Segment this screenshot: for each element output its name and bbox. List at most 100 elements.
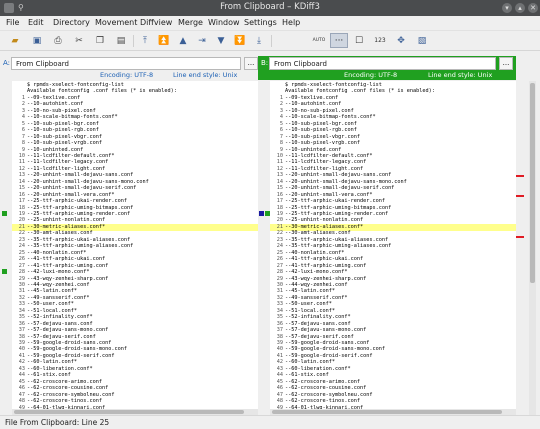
pane-b-browse-button[interactable]: ...: [499, 57, 513, 70]
line-text: --62-croscore-cousine.conf: [285, 385, 367, 392]
line-text: --59-google-droid-sans.conf: [285, 340, 370, 346]
scrollbar-thumb[interactable]: [530, 83, 535, 283]
menu-diffview[interactable]: Diffview: [140, 18, 172, 27]
line-text: --51-local.conf*: [27, 307, 77, 314]
line-text: --62-croscore-symbolneu.conf: [27, 391, 115, 398]
menu-movement[interactable]: Movement: [95, 18, 137, 27]
line-text: Available fontconfig .conf files (* is e…: [285, 88, 435, 95]
line-text: --25-unhint-nonlatin.conf: [285, 217, 364, 224]
vertical-scrollbar[interactable]: [529, 81, 536, 416]
cut-icon[interactable]: ✂: [72, 34, 86, 48]
diff-marker: [2, 211, 7, 216]
line-text: --62-croscore-cousine.conf: [27, 385, 109, 392]
show-whitespace-icon[interactable]: ☐: [352, 34, 366, 48]
pane-b-text[interactable]: $ rpmds-xselect-fontconfig-list Available…: [270, 81, 516, 416]
menu-bar: File Edit Directory Movement Diffview Me…: [0, 16, 540, 31]
line-text: --20-unhint-small-vera.conf*: [27, 191, 115, 198]
line-text: --10-sub-pixel-vrgb.conf: [285, 140, 360, 147]
pane-b-encoding: Encoding: UTF-8: [344, 71, 398, 79]
wordwrap-icon[interactable]: ▧: [415, 34, 429, 48]
line-text: --57-dejavu-serif.conf: [285, 333, 354, 340]
line-numbers-icon[interactable]: 123: [373, 34, 387, 48]
line-text: --62-croscore-symbolneu.conf: [285, 391, 373, 398]
line-text: Available fontconfig .conf files (* is e…: [27, 88, 177, 95]
line-text: --61-stix.conf: [27, 372, 71, 379]
line-text: --25-ttf-arphic-ukai-render.conf: [285, 198, 385, 205]
line-text: --20-unhint-small-dejavu-serif.conf: [27, 185, 137, 192]
window-title: From Clipboard – KDiff3: [220, 2, 320, 12]
overview-icon[interactable]: ✥: [394, 34, 408, 48]
menu-edit[interactable]: Edit: [28, 18, 44, 27]
overview-marker: [516, 175, 524, 177]
menu-settings[interactable]: Settings: [244, 18, 277, 27]
print-icon[interactable]: ⎙: [51, 34, 65, 48]
line-text: --30-amt-aliases.conf: [27, 230, 93, 237]
prev-conflict-icon[interactable]: ⏫: [157, 34, 171, 48]
line-text: --11-lcdfilter-light.conf: [285, 165, 364, 172]
line-text: --62-croscore-tinos.conf: [27, 398, 102, 405]
line-text: --43-wqy-zenhei-sharp.conf: [27, 275, 109, 282]
prev-diff-icon[interactable]: ▲: [176, 34, 190, 48]
line-text: --10-sub-pixel-bgr.conf: [285, 120, 357, 127]
diff-marker: [2, 269, 7, 274]
line-text: --59-google-droid-serif.conf: [27, 352, 115, 359]
overview-marker: [516, 236, 524, 238]
whitespace-icon[interactable]: ···: [330, 33, 348, 48]
menu-merge[interactable]: Merge: [178, 18, 203, 27]
open-icon[interactable]: ▰: [8, 34, 22, 48]
line-text: --59-google-droid-sans-mono.conf: [285, 346, 385, 353]
next-diff-icon[interactable]: ▼: [214, 34, 228, 48]
line-text: --10-unhinted.conf: [285, 146, 342, 153]
line-text: --35-ttf-arphic-uming-aliases.conf: [285, 243, 392, 250]
save-icon[interactable]: ▣: [30, 34, 44, 48]
line-text: --10-no-sub-pixel.conf: [27, 107, 96, 114]
scrollbar-thumb[interactable]: [14, 410, 244, 414]
line-text: --11-lcdfilter-light.conf: [27, 165, 106, 172]
pane-a-source-field[interactable]: From Clipboard: [11, 57, 241, 70]
paste-icon[interactable]: ▤: [114, 34, 128, 48]
auto-icon[interactable]: AUTO: [312, 34, 326, 48]
pane-a-browse-button[interactable]: ...: [244, 57, 258, 70]
status-bar: File From Clipboard: Line 25: [0, 415, 540, 429]
copy-icon[interactable]: ❐: [93, 34, 107, 48]
top-icon[interactable]: ⤒: [138, 34, 152, 48]
menu-window[interactable]: Window: [208, 18, 240, 27]
line-text: --44-wqy-zenhei.conf: [27, 281, 90, 288]
line-text: --25-ttf-arphic-uming-render.conf: [285, 211, 389, 217]
line-text: --11-lcdfilter-legacy.conf: [27, 159, 109, 166]
pane-a-text[interactable]: $ rpmds-xselect-fontconfig-list Available…: [12, 81, 258, 416]
line-text: --41-ttf-arphic-ukai.conf: [27, 256, 106, 263]
line-text: --10-sub-pixel-rgb.conf: [285, 127, 357, 134]
pane-a-label: A:: [3, 59, 11, 67]
pane-b-source-field[interactable]: From Clipboard: [269, 57, 496, 70]
pane-a-source-bar: A: From Clipboard ...: [0, 56, 260, 71]
menu-file[interactable]: File: [6, 18, 19, 27]
line-text: $ rpmds-xselect-fontconfig-list: [285, 82, 382, 88]
line-text: --59-google-droid-serif.conf: [285, 352, 373, 359]
toolbar: ▰ ▣ ⎙ ✂ ❐ ▤ ⤒ ⏫ ▲ ⇥ ▼ ⏬ ⤓ AUTO ··· ☐ 123…: [0, 31, 540, 51]
line-text: --30-amt-aliases.conf: [285, 230, 351, 237]
status-text: File From Clipboard: Line 25: [5, 418, 110, 427]
toolbar-separator: [271, 35, 272, 47]
bottom-icon[interactable]: ⤓: [252, 34, 266, 48]
line-text: --50-user.conf*: [27, 301, 74, 308]
close-icon[interactable]: ✕: [528, 3, 538, 13]
current-icon[interactable]: ⇥: [195, 34, 209, 48]
line-text: --11-lcdfilter-legacy.conf: [285, 159, 367, 166]
line-text: --41-ttf-arphic-uming.conf: [285, 262, 367, 269]
minimize-icon[interactable]: ▾: [502, 3, 512, 13]
pane-a-encoding: Encoding: UTF-8: [100, 71, 154, 79]
line-text: --10-sub-pixel-rgb.conf: [27, 127, 99, 134]
diff-overview[interactable]: [516, 81, 524, 416]
line-text: --60-liberation.conf*: [27, 365, 93, 372]
maximize-icon[interactable]: ▴: [515, 3, 525, 13]
next-conflict-icon[interactable]: ⏬: [233, 34, 247, 48]
line-text: --60-liberation.conf*: [285, 365, 351, 372]
menu-help[interactable]: Help: [282, 18, 300, 27]
menu-directory[interactable]: Directory: [53, 18, 90, 27]
line-text: --57-dejavu-sans.conf: [285, 320, 351, 327]
line-text: --10-no-sub-pixel.conf: [285, 107, 354, 114]
line-text: --25-ttf-arphic-ukai-render.conf: [27, 198, 127, 205]
line-text: --43-wqy-zenhei-sharp.conf: [285, 275, 367, 282]
scrollbar-thumb[interactable]: [272, 410, 502, 414]
